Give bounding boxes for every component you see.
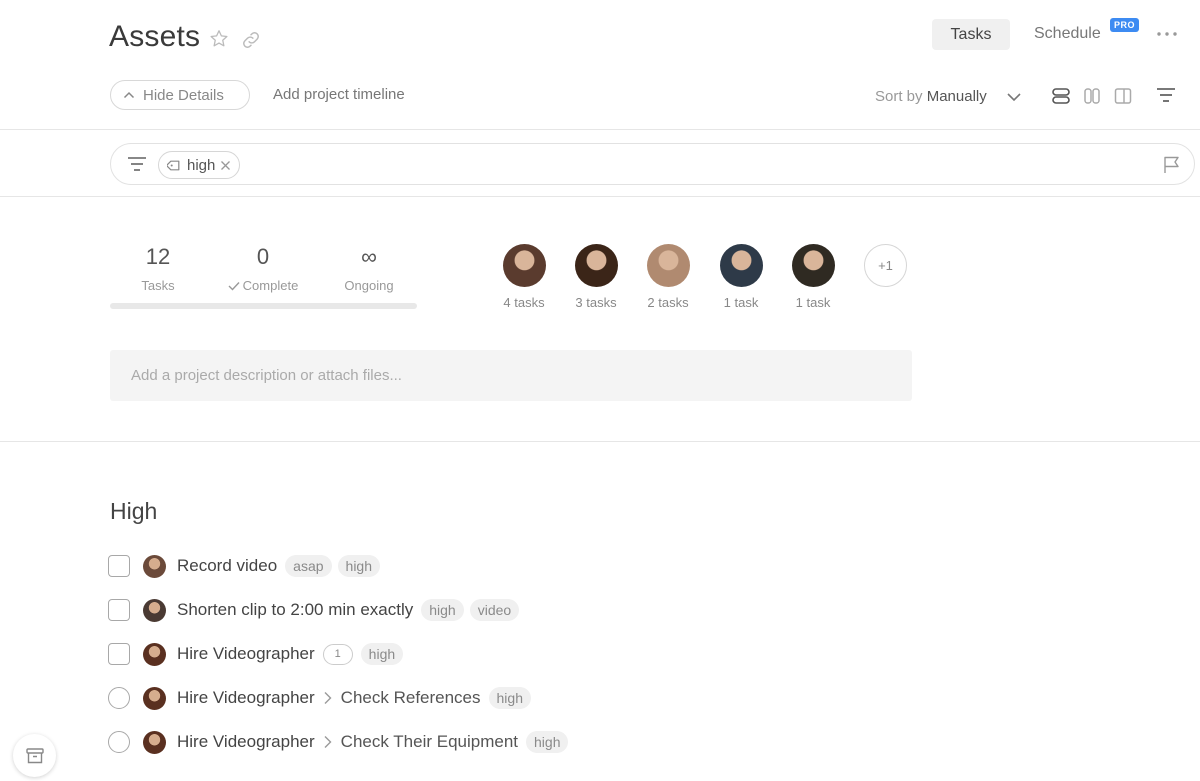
subtask-name[interactable]: Check References: [341, 688, 481, 708]
parent-task-name[interactable]: Hire Videographer: [177, 688, 315, 708]
list-view-icon[interactable]: [1051, 86, 1071, 106]
task-checkbox[interactable]: [108, 643, 130, 665]
archive-button[interactable]: [13, 734, 56, 777]
task-tag[interactable]: high: [421, 599, 464, 621]
member-task-count: 2 tasks: [647, 295, 689, 310]
stat-value: ∞: [361, 244, 377, 269]
member-avatar[interactable]: 1 task: [783, 244, 843, 310]
close-icon[interactable]: [220, 160, 231, 171]
avatar: [143, 730, 166, 754]
section-divider: [0, 441, 1200, 442]
stat-complete: 0 Complete: [218, 244, 308, 293]
chevron-right-icon: [324, 736, 332, 748]
archive-icon: [25, 747, 44, 763]
task-row[interactable]: Shorten clip to 2:00 min exactly high vi…: [108, 597, 525, 623]
member-avatar[interactable]: 2 tasks: [638, 244, 698, 310]
task-tag[interactable]: asap: [285, 555, 332, 577]
check-icon: [228, 282, 240, 291]
header-divider: [0, 129, 1200, 130]
project-description-input[interactable]: Add a project description or attach file…: [110, 350, 912, 401]
subtask-checkbox[interactable]: [108, 687, 130, 709]
stat-tasks: 12 Tasks: [126, 244, 190, 293]
task-name[interactable]: Shorten clip to 2:00 min exactly: [177, 600, 413, 620]
member-avatar[interactable]: 3 tasks: [566, 244, 626, 310]
parent-task-name[interactable]: Hire Videographer: [177, 732, 315, 752]
stat-ongoing: ∞ Ongoing: [336, 244, 402, 293]
tab-tasks[interactable]: Tasks: [932, 19, 1010, 50]
task-row[interactable]: Record video asap high: [108, 553, 386, 579]
stat-value: 0: [256, 244, 270, 269]
stat-label: Ongoing: [344, 278, 394, 293]
task-checkbox[interactable]: [108, 555, 130, 577]
avatar: [143, 686, 166, 710]
comment-count-badge[interactable]: 1: [322, 643, 353, 665]
task-tag[interactable]: high: [488, 687, 531, 709]
filter-chip[interactable]: high: [158, 151, 241, 179]
sort-dropdown[interactable]: Sort by Manually: [875, 88, 987, 105]
flag-icon[interactable]: [1162, 155, 1182, 175]
chevron-right-icon: [324, 692, 332, 704]
task-checkbox[interactable]: [108, 599, 130, 621]
subtask-name[interactable]: Check Their Equipment: [341, 732, 518, 752]
filter-divider: [0, 196, 1200, 197]
tab-schedule[interactable]: Schedule: [1034, 25, 1101, 43]
task-tag[interactable]: video: [469, 599, 520, 621]
filter-icon[interactable]: [1155, 86, 1177, 104]
sort-value: Manually: [926, 88, 987, 105]
task-row[interactable]: Hire Videographer Check Their Equipment …: [108, 729, 574, 755]
avatar: [791, 244, 835, 287]
star-icon[interactable]: [208, 28, 230, 50]
sort-prefix: Sort by: [875, 88, 923, 105]
avatar: [143, 554, 166, 578]
member-avatar[interactable]: 1 task: [711, 244, 771, 310]
avatar: [143, 598, 166, 622]
filter-icon[interactable]: [126, 156, 148, 172]
task-name[interactable]: Record video: [177, 556, 277, 576]
board-view-icon[interactable]: [1082, 86, 1102, 106]
subtask-checkbox[interactable]: [108, 731, 130, 753]
progress-bar: [110, 303, 417, 309]
add-timeline-link[interactable]: Add project timeline: [273, 86, 405, 103]
task-tag[interactable]: high: [526, 731, 569, 753]
task-name[interactable]: Hire Videographer: [177, 644, 315, 664]
avatar: [574, 244, 618, 287]
avatar: [646, 244, 690, 287]
task-tag[interactable]: high: [337, 555, 380, 577]
avatar: [502, 244, 546, 287]
hide-details-label: Hide Details: [143, 86, 224, 104]
page-title: Assets: [109, 20, 201, 53]
task-row[interactable]: Hire Videographer Check References high: [108, 685, 537, 711]
member-task-count: 1 task: [795, 295, 831, 310]
member-avatar[interactable]: 4 tasks: [494, 244, 554, 310]
member-task-count: 4 tasks: [503, 295, 545, 310]
stat-label: Tasks: [141, 278, 175, 293]
link-icon[interactable]: [240, 29, 262, 51]
avatar: [719, 244, 763, 287]
stat-value: 12: [145, 244, 171, 269]
member-task-count: 3 tasks: [575, 295, 617, 310]
section-title: High: [110, 498, 158, 524]
task-row[interactable]: Hire Videographer 1 high: [108, 641, 409, 667]
more-icon[interactable]: [1155, 26, 1179, 42]
filter-bar[interactable]: [110, 143, 1195, 185]
filter-chip-label: high: [187, 156, 216, 174]
stat-label: Complete: [242, 278, 299, 293]
avatar: [143, 642, 166, 666]
chevron-down-icon[interactable]: [1006, 90, 1022, 104]
pro-badge: PRO: [1110, 18, 1140, 32]
split-view-icon[interactable]: [1113, 86, 1133, 106]
stat-label-wrap: Complete: [218, 278, 308, 293]
hide-details-button[interactable]: Hide Details: [110, 80, 250, 110]
tag-icon: [167, 160, 180, 170]
task-tag[interactable]: high: [360, 643, 404, 665]
more-members-button[interactable]: +1: [864, 244, 907, 287]
member-task-count: 1 task: [723, 295, 759, 310]
chevron-up-icon: [123, 91, 135, 99]
